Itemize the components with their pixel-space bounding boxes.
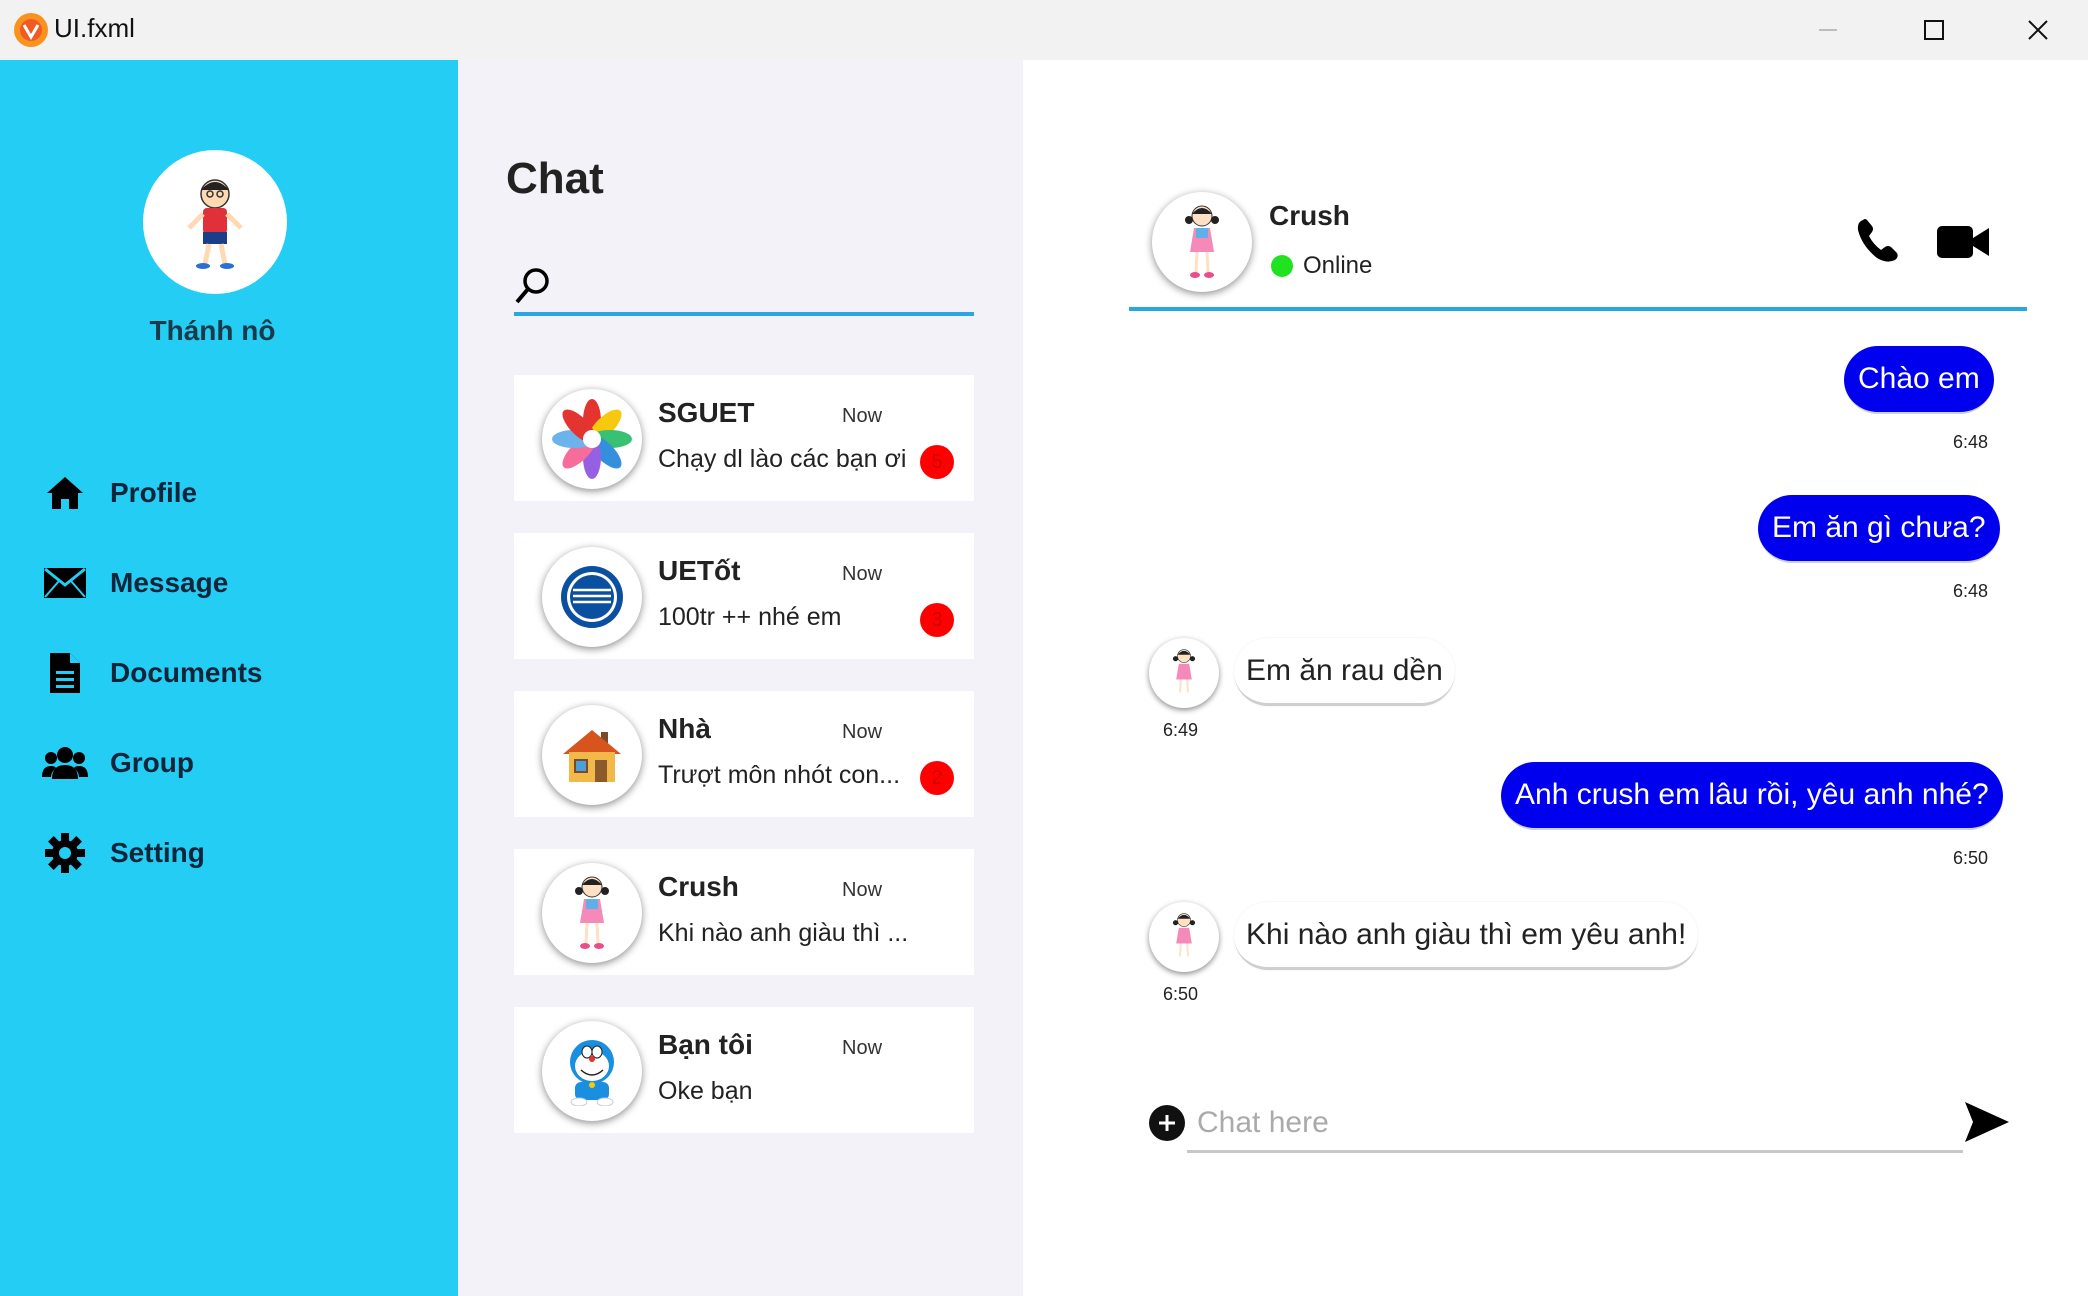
message-time: 6:50 [1163,984,1199,1004]
video-camera-icon[interactable] [1935,220,1991,264]
nav-item-documents[interactable]: Documents [40,645,420,701]
search-box [514,256,974,316]
conversation-name: SGUET [658,397,755,428]
shizuka-avatar-icon [575,876,609,949]
crush-avatar [542,863,642,963]
house-avatar [542,705,642,805]
house-icon [563,730,621,782]
uet-avatar [542,547,642,647]
search-underline [514,312,974,316]
chat-input[interactable] [1197,1096,1967,1150]
phone-icon[interactable] [1853,216,1903,266]
message-time: 6:48 [1953,432,1989,452]
conversation-last-message: Khi nào anh giàu thì ... [658,919,909,947]
message-outgoing: Chào em [1844,346,1994,414]
conversation-time: Now [842,1037,883,1059]
conversation-name: UETốt [658,555,741,586]
conversation-time: Now [842,405,883,427]
sguet-avatar [542,389,642,489]
conversation-time: Now [842,563,883,585]
conversation-item-uetot[interactable]: UETốt Now 100tr ++ nhé em 3 [514,533,974,659]
conversation-item-nha[interactable]: Nhà Now Trượt môn nhót con... 2 [514,691,974,817]
nav-label-profile: Profile [110,477,198,508]
document-icon [40,648,90,698]
title-bar: UI.fxml [0,0,2088,60]
group-icon [40,738,90,788]
conversation-panel: Crush Online Chào em 6:48 Em ăn gì chưa?… [1023,60,2088,1296]
nav-item-profile[interactable]: Profile [40,465,420,521]
conversation-time: Now [842,721,883,743]
user-avatar[interactable] [143,150,287,294]
chat-list-title: Chat [506,154,604,203]
peer-avatar[interactable] [1152,192,1252,292]
envelope-icon [40,558,90,608]
gear-icon [40,828,90,878]
plus-icon [1159,1115,1175,1131]
peer-status: Online [1303,252,1373,279]
search-icon [515,268,549,304]
attach-button[interactable] [1149,1105,1185,1141]
conversation-name: Crush [658,871,739,902]
chat-input-underline [1187,1150,1963,1153]
conversation-item-ban-toi[interactable]: Bạn tôi Now Oke bạn [514,1007,974,1133]
user-name: Thánh nô [149,315,276,346]
nav-label-documents: Documents [110,657,263,688]
conversation-last-message: Oke bạn [658,1077,753,1105]
nav-label-message: Message [110,567,229,598]
minimize-icon [1819,29,1837,31]
nav-item-message[interactable]: Message [40,555,420,611]
uet-logo-icon [561,566,623,628]
message-outgoing: Em ăn gì chưa? [1758,495,2000,563]
shizuka-avatar-icon [1172,913,1196,957]
peer-message-avatar [1149,902,1219,972]
nobita-avatar-icon [187,179,243,269]
message-time: 6:48 [1953,581,1989,601]
conversation-last-message: Chạy dl lào các bạn ơi [658,445,907,473]
unread-badge: 3 [920,603,954,637]
message-incoming: Em ăn rau dền [1234,638,1455,706]
conversation-name: Bạn tôi [658,1029,753,1060]
message-time: 6:50 [1953,848,1989,868]
header-divider [1129,307,2027,311]
scene-builder-icon [14,13,48,47]
minimize-button[interactable] [1778,0,1878,60]
unread-badge: 2 [920,761,954,795]
message-incoming: Khi nào anh giàu thì em yêu anh! [1234,902,1699,970]
nav-label-setting: Setting [110,837,205,868]
unread-badge: 5 [920,445,954,479]
peer-name: Crush [1269,200,1350,231]
maximize-button[interactable] [1884,0,1984,60]
nav-label-group: Group [110,747,194,778]
online-status-dot [1271,255,1293,277]
doraemon-avatar-icon [570,1040,614,1106]
sguet-logo-icon [552,399,632,479]
conversation-last-message: Trượt môn nhót con... [658,761,901,789]
shizuka-avatar-icon [1172,649,1196,693]
conversation-item-crush[interactable]: Crush Now Khi nào anh giàu thì ... [514,849,974,975]
search-input[interactable] [556,266,966,306]
friend-avatar [542,1021,642,1121]
conversation-name: Nhà [658,713,711,744]
nav-item-setting[interactable]: Setting [40,825,420,881]
message-outgoing: Anh crush em lâu rồi, yêu anh nhé? [1501,762,2003,830]
chat-list-panel: Chat SGUET Now Chạy dl lào các bạn ơi 5 … [458,60,1023,1296]
close-icon [2028,20,2048,40]
sidebar: Thánh nô Profile Message Documents Group… [0,60,458,1296]
peer-message-avatar [1149,638,1219,708]
close-button[interactable] [1988,0,2088,60]
maximize-icon [1924,20,1944,40]
message-time: 6:49 [1163,720,1199,740]
window-title: UI.fxml [54,13,135,43]
send-icon[interactable] [1963,1098,2011,1146]
conversation-time: Now [842,879,883,901]
shizuka-avatar-icon [1185,205,1219,278]
nav-item-group[interactable]: Group [40,735,420,791]
conversation-last-message: 100tr ++ nhé em [658,603,842,631]
conversation-item-sguet[interactable]: SGUET Now Chạy dl lào các bạn ơi 5 [514,375,974,501]
home-icon [40,468,90,518]
